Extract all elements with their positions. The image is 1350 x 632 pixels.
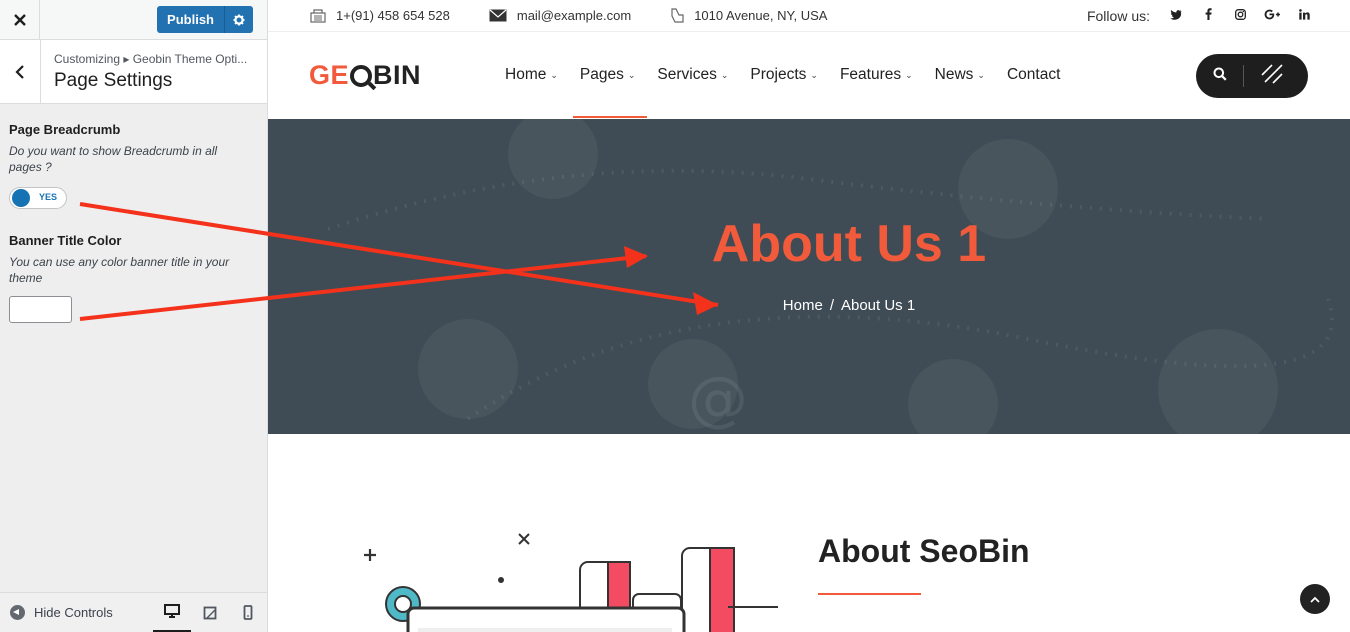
svg-text:@: @: [688, 364, 748, 434]
banner-color-label: Banner Title Color: [9, 233, 122, 248]
customizer-breadcrumb: Customizing ▸ Geobin Theme Opti...: [54, 52, 248, 66]
chevron-down-icon: ⌄: [810, 69, 818, 80]
top-bar: 1+(91) 458 654 528 mail@example.com 1010…: [268, 0, 1350, 32]
hamburger-slash-icon: [1261, 63, 1283, 84]
map-icon: [671, 8, 684, 23]
social-links: [1160, 8, 1320, 23]
address-info: 1010 Avenue, NY, USA: [670, 8, 827, 23]
close-customizer-button[interactable]: [0, 0, 40, 40]
breadcrumb-label: Page Breadcrumb: [9, 122, 121, 137]
chevron-down-icon: ⌄: [977, 69, 985, 80]
toggle-state-text: YES: [38, 192, 57, 202]
banner-color-description: You can use any color banner title in yo…: [9, 255, 230, 285]
search-icon: [1213, 67, 1227, 81]
page-banner: @ About Us 1 Home / About Us 1: [268, 119, 1350, 434]
about-illustration: [364, 533, 778, 632]
menu-label: Pages: [579, 66, 624, 83]
logo-magnifier-icon: [350, 64, 373, 87]
chevron-down-icon: ⌄: [905, 69, 913, 80]
menu-item-features[interactable]: Features ⌄: [840, 32, 924, 118]
collapse-icon: [10, 605, 25, 620]
menu-label: Contact: [1006, 66, 1061, 83]
toggle-knob: [12, 189, 30, 207]
mobile-icon: [243, 605, 253, 620]
customizer-footer: Hide Controls: [0, 592, 267, 632]
mail-icon: [489, 9, 507, 22]
back-button[interactable]: [0, 40, 41, 104]
menu-label: Projects: [750, 66, 807, 83]
breadcrumb-current: About Us 1: [840, 297, 916, 314]
publish-settings-button[interactable]: [225, 6, 253, 33]
customizer-header: Publish: [0, 0, 267, 40]
chevron-down-icon: ⌄: [627, 69, 636, 80]
gear-icon: [233, 14, 245, 25]
phone-text: 1+(91) 458 654 528: [336, 8, 450, 23]
follow-us: Follow us:: [1087, 8, 1350, 24]
instagram-icon[interactable]: [1224, 8, 1256, 23]
menu-label: Home: [505, 66, 547, 83]
hide-controls-button[interactable]: Hide Controls: [10, 605, 113, 620]
menu-item-services[interactable]: Services ⌄: [657, 32, 739, 118]
menu-item-contact[interactable]: Contact: [1007, 32, 1071, 118]
offcanvas-menu-button[interactable]: [1260, 63, 1284, 90]
close-icon: [13, 13, 26, 26]
primary-menu: Home ⌄ Pages ⌄ Services ⌄ Projects ⌄ Feature…: [505, 32, 1082, 118]
menu-item-projects[interactable]: Projects ⌄: [750, 32, 829, 118]
scroll-to-top-button[interactable]: [1300, 584, 1330, 614]
facebook-icon[interactable]: [1192, 8, 1224, 23]
email-info: mail@example.com: [489, 8, 631, 23]
about-heading-underline: [818, 593, 921, 595]
tablet-icon: [203, 606, 217, 619]
menu-item-home[interactable]: Home ⌄: [505, 32, 569, 118]
customizer-panel: Publish Customizing ▸ Geobin Theme Opti.…: [0, 0, 268, 632]
breadcrumb-toggle[interactable]: YES: [9, 187, 67, 209]
menu-label: News: [934, 66, 974, 83]
tablet-preview-button[interactable]: [191, 593, 229, 632]
site-preview: 1+(91) 458 654 528 mail@example.com 1010…: [268, 0, 1350, 632]
logo-text-part1: GE: [309, 60, 350, 90]
menu-label: Features: [839, 66, 902, 83]
chevron-left-icon: [15, 65, 24, 79]
about-heading: About SeoBin: [818, 533, 1030, 569]
publish-button[interactable]: Publish: [157, 6, 225, 33]
banner-pattern: @: [327, 168, 1335, 434]
google-plus-icon[interactable]: [1256, 9, 1288, 23]
section-header: Customizing ▸ Geobin Theme Opti... Page …: [0, 40, 267, 104]
breadcrumb-separator: /: [829, 297, 834, 314]
desktop-icon: [164, 604, 180, 618]
banner-breadcrumb: Home / About Us 1: [268, 297, 1350, 314]
banner-color-input[interactable]: [9, 296, 72, 323]
menu-item-news[interactable]: News ⌄: [935, 32, 996, 118]
banner-title: About Us 1: [711, 215, 987, 273]
breadcrumb-description: Do you want to show Breadcrumb in all pa…: [9, 144, 218, 174]
logo-text-part2: BIN: [373, 60, 422, 90]
phone-icon: [310, 8, 326, 23]
chevron-up-icon: [1310, 596, 1320, 603]
address-text: 1010 Avenue, NY, USA: [694, 8, 828, 23]
breadcrumb-control: Page Breadcrumb Do you want to show Brea…: [0, 122, 267, 209]
main-nav: GE BIN Home ⌄ Pages ⌄ Services ⌄ Projects ⌄ F…: [268, 32, 1350, 118]
search-button[interactable]: [1213, 67, 1227, 86]
banner-color-control: Banner Title Color You can use any color…: [0, 233, 267, 323]
mobile-preview-button[interactable]: [229, 593, 267, 632]
site-logo[interactable]: GE BIN: [309, 60, 421, 91]
phone-info: 1+(91) 458 654 528: [310, 8, 450, 23]
follow-label: Follow us:: [1086, 7, 1150, 24]
nav-actions: [1196, 54, 1308, 98]
email-text: mail@example.com: [516, 8, 632, 23]
chevron-down-icon: ⌄: [720, 69, 729, 80]
menu-label: Services: [657, 66, 717, 83]
twitter-icon[interactable]: [1160, 9, 1192, 23]
menu-item-pages[interactable]: Pages ⌄: [572, 32, 647, 118]
chevron-down-icon: ⌄: [550, 69, 558, 80]
linkedin-icon[interactable]: [1288, 8, 1320, 23]
section-title: Page Settings: [54, 70, 173, 91]
hide-controls-label: Hide Controls: [34, 605, 113, 620]
desktop-preview-button[interactable]: [153, 593, 191, 632]
breadcrumb-home-link[interactable]: Home: [783, 297, 823, 314]
pill-divider: [1243, 65, 1244, 87]
